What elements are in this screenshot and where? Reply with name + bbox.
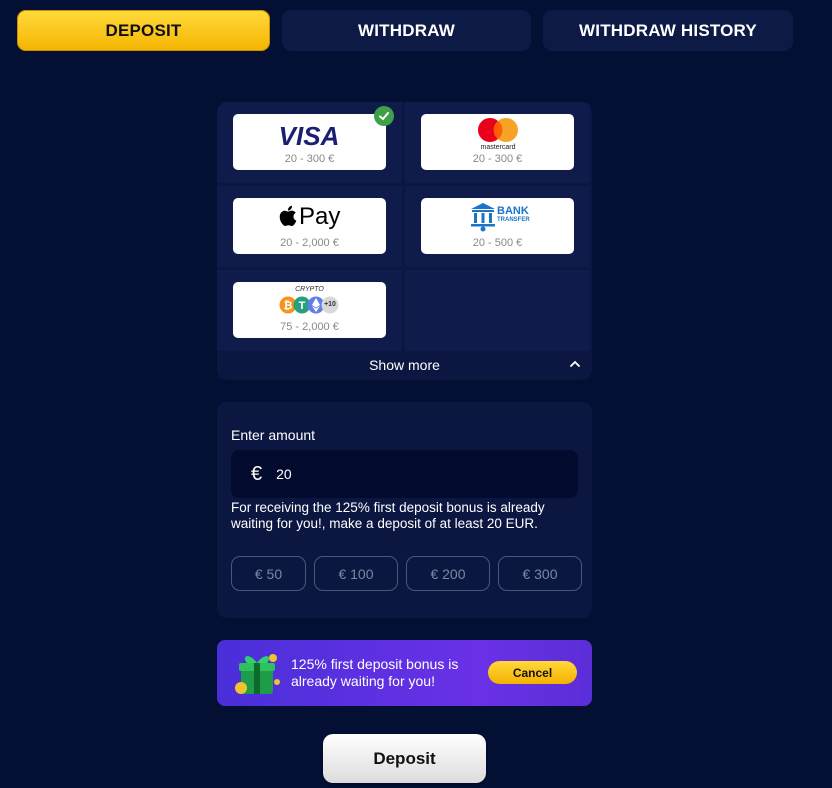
crypto-extra-count: +10 (324, 301, 336, 308)
mastercard-range: 20 - 300 € (472, 153, 523, 165)
svg-text:T: T (299, 300, 306, 312)
tab-deposit[interactable]: DEPOSIT (17, 10, 270, 51)
preset-300-button[interactable]: € 300 (498, 556, 582, 591)
preset-100-button[interactable]: € 100 (314, 556, 398, 591)
visa-range: 20 - 300 € (284, 153, 335, 165)
amount-input[interactable] (274, 465, 559, 483)
method-cell-visa: VISA 20 - 300 € (217, 102, 402, 183)
method-cell-empty (405, 270, 590, 351)
chevron-up-icon (570, 360, 580, 367)
mastercard-logo-text: mastercard (480, 144, 515, 151)
amount-input-wrapper[interactable]: € (231, 450, 578, 498)
bank-icon (471, 203, 495, 232)
method-cell-bank-transfer: BANK TRANSFER 20 - 500 € (405, 186, 590, 267)
bonus-banner-text: 125% first deposit bonus is already wait… (291, 656, 459, 689)
crypto-range: 75 - 2,000 € (280, 321, 339, 333)
applepay-card[interactable]: Pay 20 - 2,000 € (233, 198, 386, 254)
bank-transfer-logo-text: BANK TRANSFER (497, 205, 530, 225)
amount-panel: Enter amount € For receiving the 125% fi… (217, 402, 592, 618)
bank-transfer-card[interactable]: BANK TRANSFER 20 - 500 € (421, 198, 574, 254)
amount-label: Enter amount (231, 427, 316, 443)
transfer-text: TRANSFER (497, 217, 530, 223)
bank-text: BANK (497, 205, 529, 217)
preset-amounts: € 50 € 100 € 200 € 300 (231, 556, 582, 591)
crypto-card[interactable]: CRYPTO ₿ T +10 75 - 2,000 € (233, 282, 386, 338)
deposit-button[interactable]: Deposit (323, 734, 486, 783)
method-cell-applepay: Pay 20 - 2,000 € (217, 186, 402, 267)
selected-check-icon (374, 106, 394, 126)
visa-logo-icon: VISA (279, 121, 340, 151)
apple-logo-icon (279, 205, 297, 226)
preset-200-button[interactable]: € 200 (406, 556, 490, 591)
svg-text:₿: ₿ (284, 300, 293, 312)
applepay-logo-text: Pay (299, 203, 341, 230)
euro-currency-icon: € (251, 462, 263, 485)
bank-transfer-range: 20 - 500 € (472, 237, 523, 249)
show-more-button[interactable]: Show more (217, 351, 592, 380)
preset-50-button[interactable]: € 50 (231, 556, 306, 591)
gift-box-icon (235, 654, 280, 694)
visa-logo-text: VISA (279, 121, 340, 151)
show-more-label: Show more (369, 357, 440, 373)
tab-withdraw-history[interactable]: WITHDRAW HISTORY (543, 10, 793, 51)
cancel-bonus-button[interactable]: Cancel (488, 661, 577, 684)
applepay-range: 20 - 2,000 € (280, 237, 339, 249)
crypto-label: CRYPTO (295, 286, 324, 293)
tab-withdraw[interactable]: WITHDRAW (282, 10, 531, 51)
payment-methods-panel: VISA 20 - 300 € mastercard 20 - 300 € Pa… (217, 102, 592, 380)
mastercard-logo-icon: mastercard (478, 118, 518, 151)
method-cell-crypto: CRYPTO ₿ T +10 75 - 2,000 € (217, 270, 402, 351)
bonus-banner: 125% first deposit bonus is already wait… (217, 640, 592, 706)
bonus-note: For receiving the 125% first deposit bon… (231, 500, 545, 531)
visa-card[interactable]: VISA 20 - 300 € (233, 106, 394, 170)
mastercard-card[interactable]: mastercard 20 - 300 € (421, 114, 574, 170)
method-cell-mastercard: mastercard 20 - 300 € (405, 102, 590, 183)
